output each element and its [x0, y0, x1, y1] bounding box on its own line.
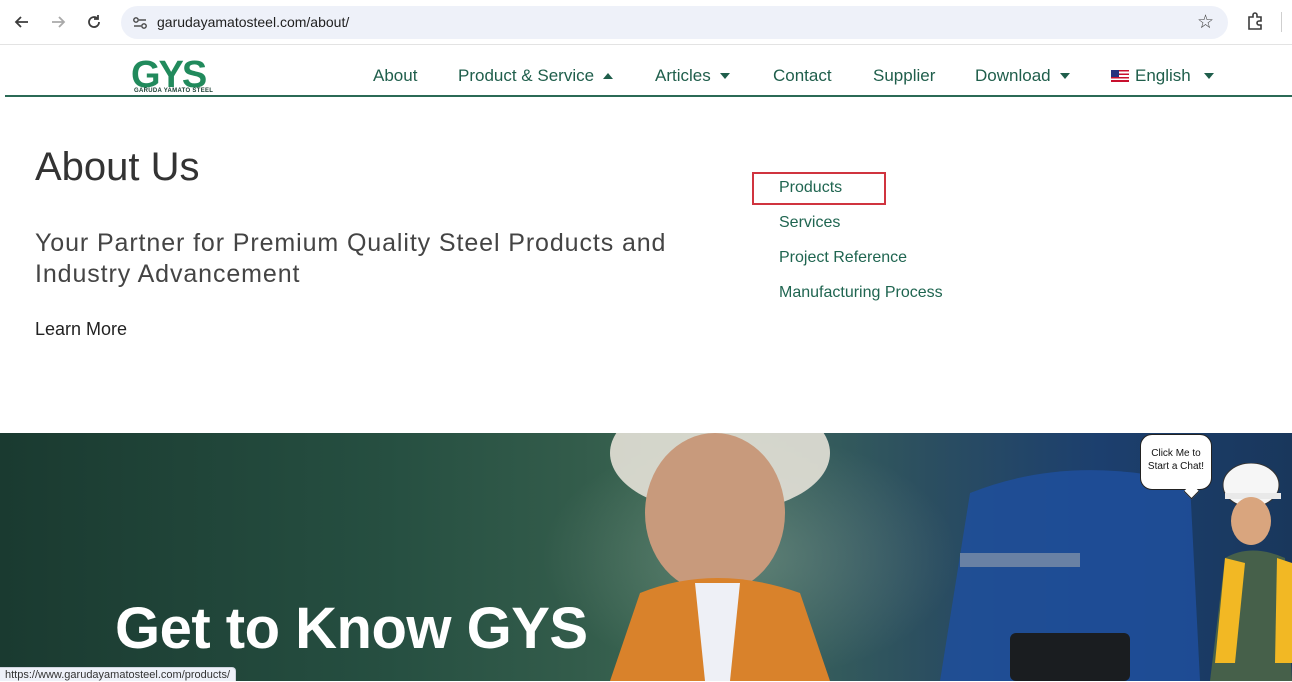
toolbar-divider [1281, 12, 1282, 32]
menu-articles-label: Articles [655, 66, 711, 85]
menu-download[interactable]: Download [975, 66, 1070, 86]
menu-about-label: About [373, 66, 418, 85]
page-title: About Us [35, 145, 200, 189]
menu-download-label: Download [975, 66, 1051, 85]
chat-bubble[interactable]: Click Me to Start a Chat! [1140, 434, 1212, 490]
submenu-services[interactable]: Services [779, 214, 840, 232]
menu-contact-label: Contact [773, 66, 832, 85]
chat-assistant-avatar[interactable] [1165, 463, 1292, 681]
caret-down-icon [1203, 73, 1214, 79]
hero-title: Get to Know GYS [115, 596, 588, 661]
back-button[interactable] [10, 10, 34, 34]
us-flag-icon [1111, 70, 1129, 82]
reload-button[interactable] [82, 10, 106, 34]
reload-icon [88, 15, 100, 28]
submenu-project-reference[interactable]: Project Reference [779, 249, 907, 267]
caret-down-icon [719, 73, 730, 79]
menu-product-service[interactable]: Product & Service [458, 66, 614, 86]
link-status-bar: https://www.garudayamatosteel.com/produc… [0, 667, 236, 681]
back-arrow-icon [14, 16, 28, 28]
menu-contact[interactable]: Contact [773, 66, 832, 86]
menu-supplier-label: Supplier [873, 66, 936, 85]
menu-product-service-label: Product & Service [458, 66, 595, 85]
chat-bubble-line2: Start a Chat! [1147, 461, 1205, 472]
site-info-icon[interactable] [130, 13, 150, 33]
forward-button[interactable] [46, 10, 70, 34]
menu-supplier[interactable]: Supplier [873, 66, 935, 86]
logo-subtitle: GARUDA YAMATO STEEL [134, 88, 214, 94]
address-bar[interactable]: garudayamatosteel.com/about/ ☆ [121, 6, 1228, 39]
caret-up-icon [603, 73, 614, 79]
language-selector[interactable]: English [1111, 66, 1214, 86]
menu-articles[interactable]: Articles [655, 66, 730, 86]
url-text[interactable]: garudayamatosteel.com/about/ [157, 14, 349, 30]
menu-about[interactable]: About [373, 66, 417, 86]
submenu-products[interactable]: Products [779, 179, 842, 197]
caret-down-icon [1059, 73, 1070, 79]
forward-arrow-icon [52, 16, 66, 28]
header-divider [5, 95, 1292, 97]
browser-toolbar: garudayamatosteel.com/about/ ☆ [0, 0, 1292, 45]
language-label: English [1135, 66, 1191, 85]
learn-more-link[interactable]: Learn More [35, 319, 127, 340]
hero-worker-photo [610, 433, 830, 681]
submenu-manufacturing-process[interactable]: Manufacturing Process [779, 284, 943, 302]
bookmark-star-icon[interactable]: ☆ [1197, 11, 1214, 34]
about-tagline: Your Partner for Premium Quality Steel P… [35, 229, 667, 288]
chat-bubble-line1: Click Me to [1151, 448, 1201, 459]
extensions-icon[interactable] [1243, 10, 1267, 34]
